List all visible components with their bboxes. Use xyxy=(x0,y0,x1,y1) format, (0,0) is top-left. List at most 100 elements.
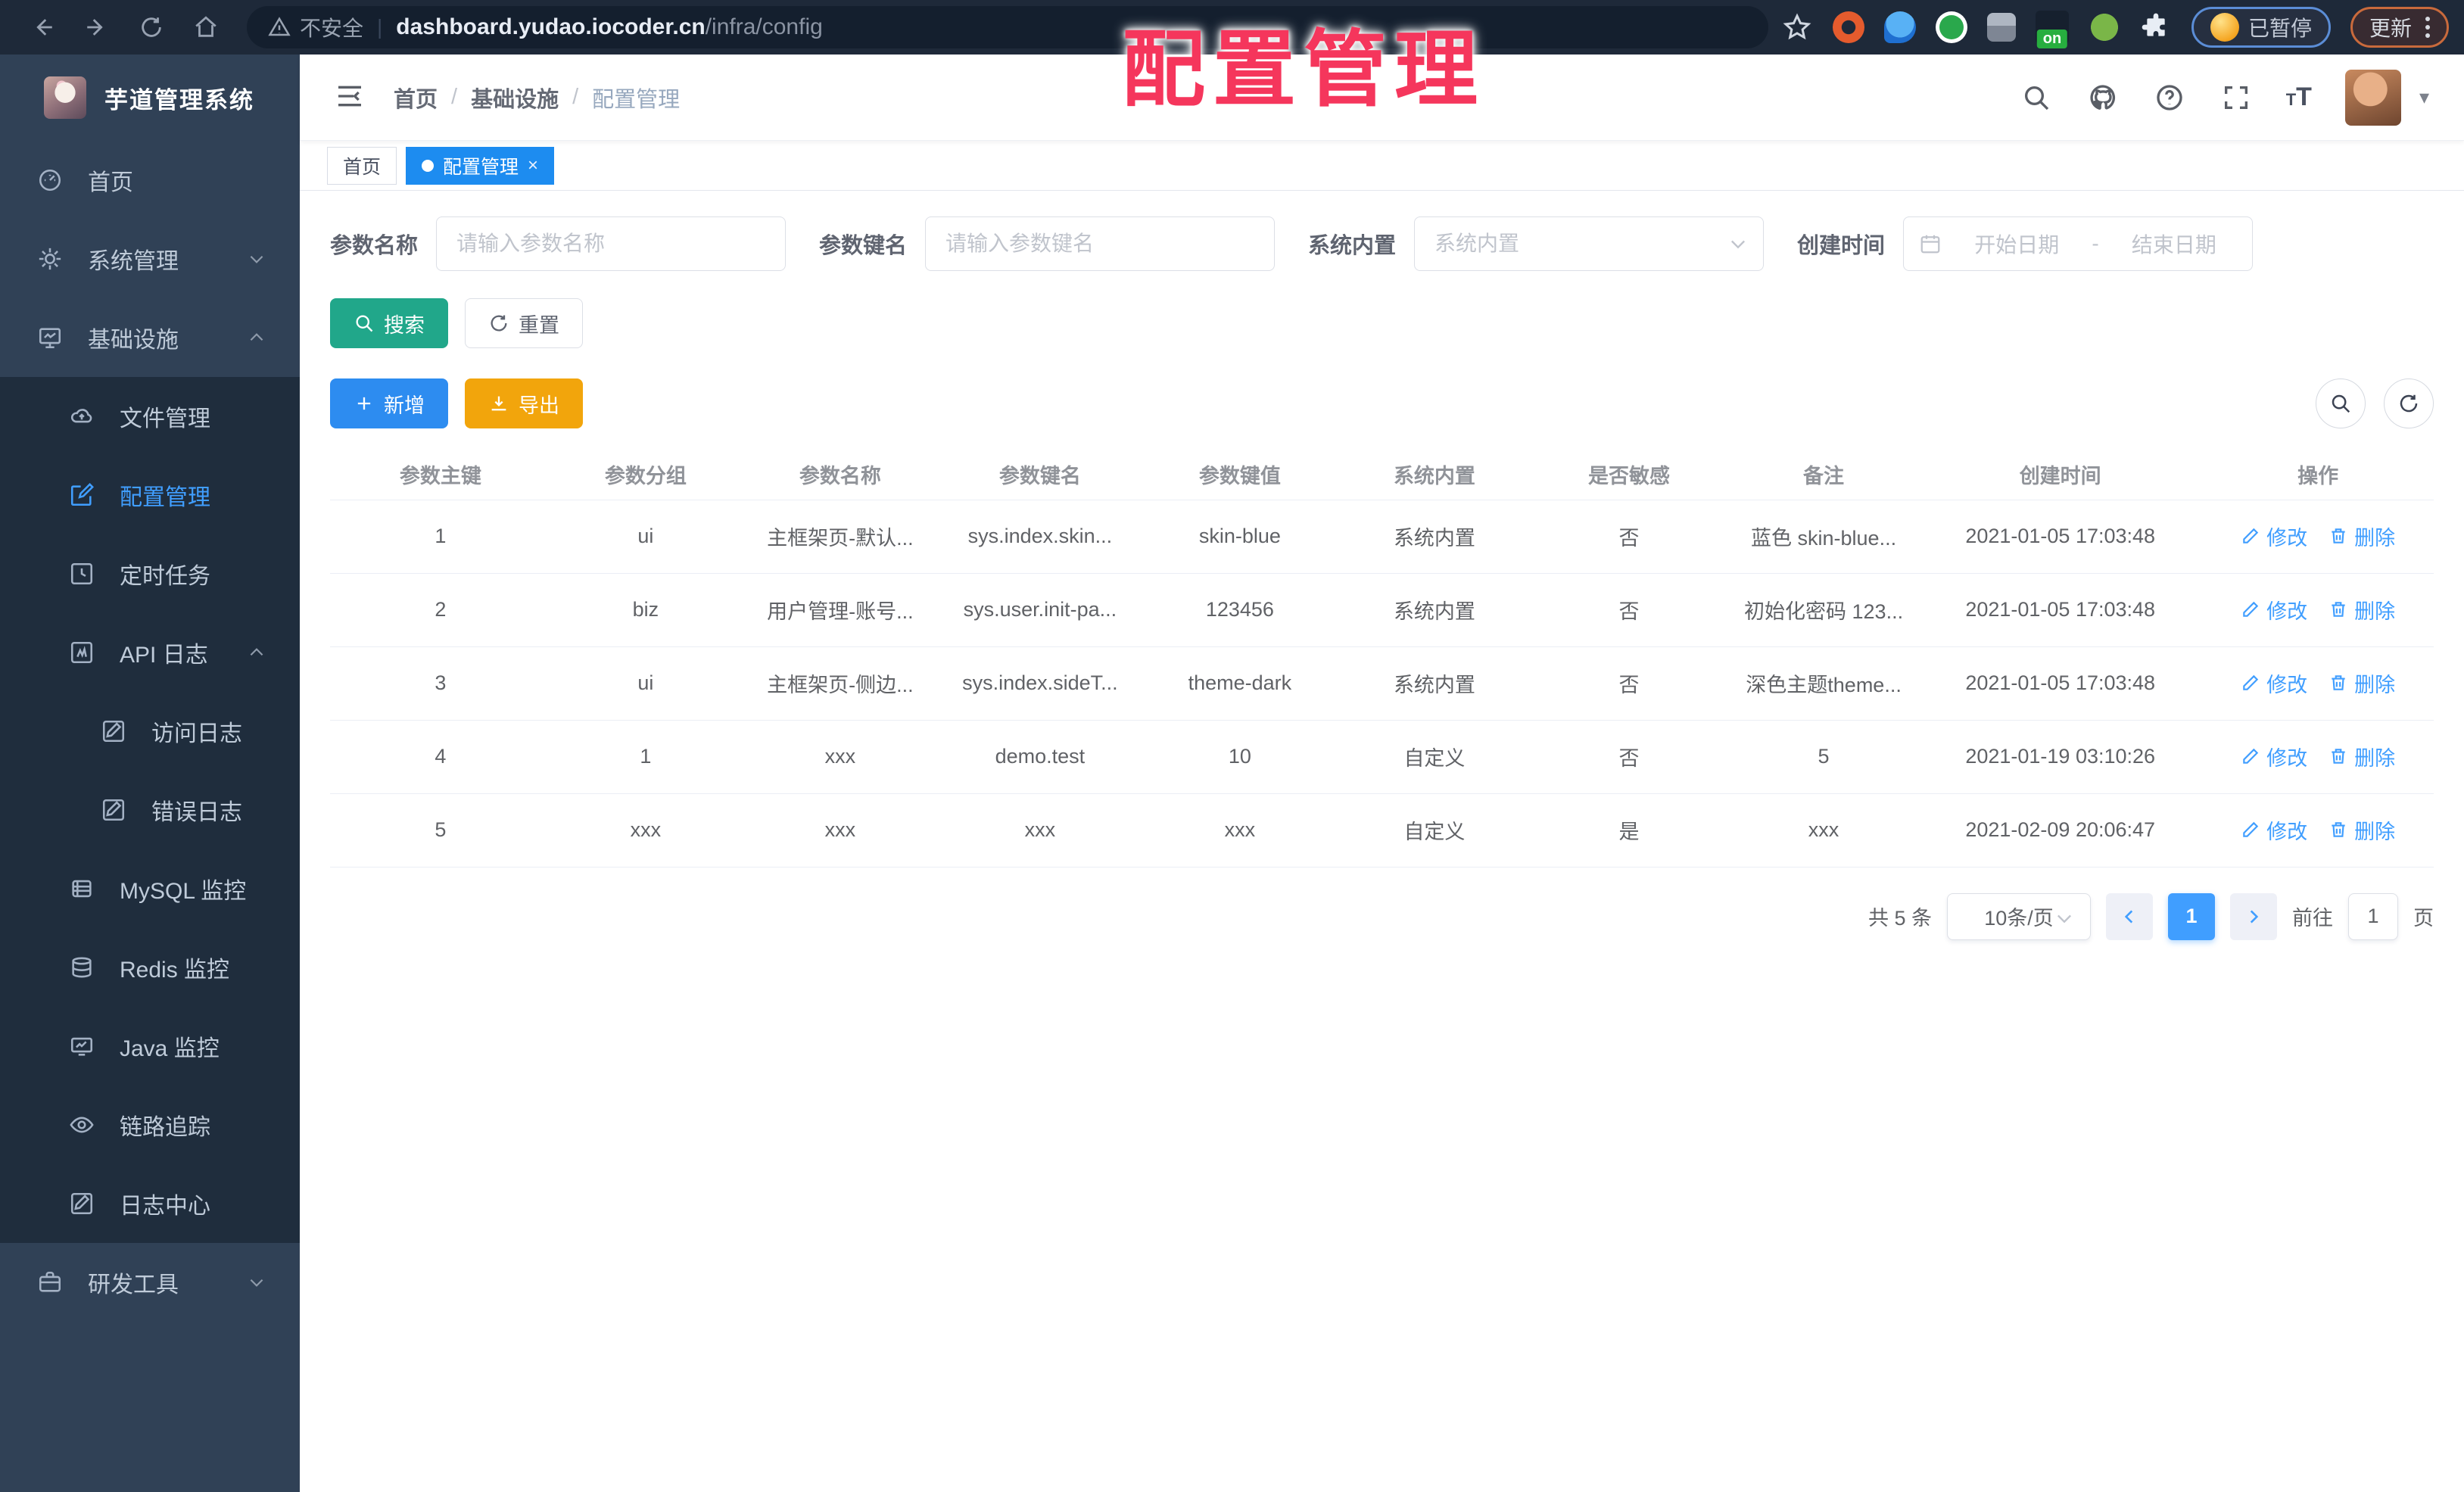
help-icon[interactable] xyxy=(2153,81,2186,114)
forward-icon[interactable] xyxy=(80,11,114,44)
sidebar-item-system[interactable]: 系统管理 xyxy=(0,220,300,298)
sidebar-item-label: API 日志 xyxy=(120,643,208,668)
breadcrumb-infrastructure[interactable]: 基础设施 xyxy=(471,82,559,114)
search-icon[interactable] xyxy=(2020,81,2053,114)
browser-menu-icon[interactable] xyxy=(2425,17,2430,38)
sidebar-item-cron-job[interactable]: 定时任务 xyxy=(0,534,300,613)
refresh-icon xyxy=(2400,394,2418,413)
fullscreen-icon[interactable] xyxy=(2219,81,2253,114)
breadcrumb-home[interactable]: 首页 xyxy=(394,82,438,114)
sidebar-item-api-log[interactable]: API 日志 xyxy=(0,613,300,692)
sidebar-item-redis-monitor[interactable]: Redis 监控 xyxy=(0,928,300,1007)
sidebar-item-config-manage[interactable]: 配置管理 xyxy=(0,456,300,534)
sidebar-item-label: 系统管理 xyxy=(88,249,179,274)
add-button[interactable]: 新增 xyxy=(330,378,448,428)
sidebar-item-dev-tools[interactable]: 研发工具 xyxy=(0,1243,300,1322)
cell-remark: 深色主题theme... xyxy=(1729,646,1919,721)
cell-param-key: demo.test xyxy=(939,720,1140,794)
sidebar-item-mysql-monitor[interactable]: MySQL 监控 xyxy=(0,849,300,928)
sidebar-item-java-monitor[interactable]: Java 监控 xyxy=(0,1007,300,1086)
modify-link[interactable]: 修改 xyxy=(2241,815,2307,845)
sidebar-submenu-infrastructure: 文件管理 配置管理 定时任务 API 日志 访问日志 错误日志 MySQL 监控… xyxy=(0,377,300,1243)
extensions-puzzle-icon[interactable] xyxy=(2140,11,2172,43)
extension-pin-icon[interactable] xyxy=(1883,11,1916,43)
cell-builtin: 系统内置 xyxy=(1339,646,1529,721)
sidebar-item-tracing[interactable]: 链路追踪 xyxy=(0,1086,300,1164)
modify-link[interactable]: 修改 xyxy=(2241,522,2307,551)
cell-create-time: 2021-02-09 20:06:47 xyxy=(1918,793,2203,867)
modify-link[interactable]: 修改 xyxy=(2241,595,2307,625)
delete-link[interactable]: 删除 xyxy=(2328,595,2395,625)
security-label[interactable]: 不安全 xyxy=(300,12,363,42)
address-bar[interactable]: 不安全 | dashboard.yudao.iocoder.cn/infra/c… xyxy=(247,6,1768,48)
delete-link[interactable]: 删除 xyxy=(2328,522,2395,551)
cell-param-key: sys.index.skin... xyxy=(939,500,1140,574)
toggle-search-button[interactable] xyxy=(2316,378,2366,428)
sidebar-item-log-center[interactable]: 日志中心 xyxy=(0,1164,300,1243)
reset-button[interactable]: 重置 xyxy=(465,298,583,348)
date-range-picker[interactable]: 开始日期 - 结束日期 xyxy=(1903,216,2254,271)
back-icon[interactable] xyxy=(26,11,59,44)
sidebar-item-home[interactable]: 首页 xyxy=(0,141,300,220)
github-icon[interactable] xyxy=(2086,81,2120,114)
extension-orange-icon[interactable] xyxy=(1832,11,1864,43)
breadcrumb-separator: / xyxy=(572,85,579,109)
tab-home[interactable]: 首页 xyxy=(327,146,397,185)
delete-link[interactable]: 删除 xyxy=(2328,815,2395,845)
prev-page-button[interactable] xyxy=(2106,892,2153,940)
extension-gray-icon[interactable] xyxy=(1986,13,2016,42)
app-logo-row[interactable]: 芋道管理系统 xyxy=(0,55,300,141)
home-icon[interactable] xyxy=(189,11,223,44)
delete-link[interactable]: 删除 xyxy=(2328,668,2395,698)
system-builtin-select[interactable] xyxy=(1414,216,1765,271)
page-size-value: 10条/页 xyxy=(1984,907,2054,930)
tab-config-manage[interactable]: 配置管理 × xyxy=(406,146,555,185)
url-text[interactable]: dashboard.yudao.iocoder.cn/infra/config xyxy=(396,14,823,40)
export-button[interactable]: 导出 xyxy=(465,378,583,428)
column-header: 操作 xyxy=(2202,450,2434,500)
extension-on-icon[interactable]: on xyxy=(2035,11,2069,48)
extension-green-icon[interactable] xyxy=(1935,11,1967,43)
cell-param-key: xxx xyxy=(939,793,1140,867)
refresh-icon xyxy=(491,315,507,332)
search-button[interactable]: 搜索 xyxy=(330,298,448,348)
bookmark-star-icon[interactable] xyxy=(1781,11,1813,43)
sidebar-item-file-manage[interactable]: 文件管理 xyxy=(0,377,300,456)
table-row: 1 ui 主框架页-默认... sys.index.skin... skin-b… xyxy=(330,500,2434,574)
reload-icon[interactable] xyxy=(135,11,168,44)
next-page-button[interactable] xyxy=(2230,892,2277,940)
modify-link[interactable]: 修改 xyxy=(2241,742,2307,771)
cloud-icon xyxy=(68,403,95,430)
sidebar-item-error-log[interactable]: 错误日志 xyxy=(0,771,300,849)
sidebar-item-infrastructure[interactable]: 基础设施 xyxy=(0,298,300,377)
filter-param-name: 参数名称 xyxy=(330,216,787,271)
font-size-icon[interactable]: TT xyxy=(2286,83,2312,112)
user-menu-caret-icon[interactable]: ▾ xyxy=(2419,86,2429,109)
modify-link[interactable]: 修改 xyxy=(2241,668,2307,698)
page-size-select[interactable]: 10条/页 xyxy=(1947,892,2091,940)
chevron-up-icon xyxy=(247,328,266,347)
view-tabs-bar: 首页 配置管理 × xyxy=(300,141,2464,191)
cell-param-id: 2 xyxy=(330,573,551,647)
calendar-icon xyxy=(1920,235,1940,254)
cell-param-value: theme-dark xyxy=(1139,646,1340,721)
chevron-down-icon xyxy=(247,249,266,269)
sidebar-item-access-log[interactable]: 访问日志 xyxy=(0,692,300,771)
table-toolbar: 新增 导出 xyxy=(330,378,2434,428)
delete-link[interactable]: 删除 xyxy=(2328,742,2395,771)
page-number-current[interactable]: 1 xyxy=(2168,892,2215,940)
paused-extension-chip[interactable]: 已暂停 xyxy=(2191,7,2331,48)
extension-leaf-icon[interactable] xyxy=(2088,11,2120,43)
user-avatar[interactable] xyxy=(2344,69,2401,126)
table-row: 4 1 xxx demo.test 10 自定义 否 5 2021-01-19 … xyxy=(330,720,2434,794)
plus-icon xyxy=(357,397,371,410)
update-browser-button[interactable]: 更新 xyxy=(2350,7,2449,48)
close-tab-icon[interactable]: × xyxy=(528,155,538,176)
param-name-input[interactable] xyxy=(436,216,787,271)
param-key-input[interactable] xyxy=(925,216,1276,271)
goto-page-input[interactable] xyxy=(2348,892,2398,940)
stack-icon xyxy=(68,954,95,981)
sidebar-collapse-icon[interactable] xyxy=(335,81,368,114)
system-builtin-select-input[interactable] xyxy=(1414,216,1765,271)
refresh-table-button[interactable] xyxy=(2384,378,2434,428)
